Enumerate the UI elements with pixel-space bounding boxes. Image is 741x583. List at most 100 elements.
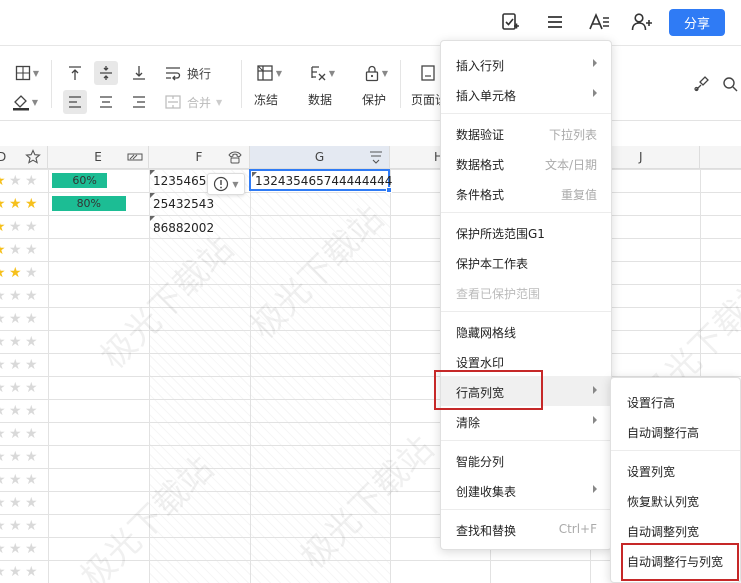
text-format-icon[interactable]: [587, 10, 611, 34]
star-empty-icon[interactable]: ★: [0, 542, 6, 556]
star-empty-icon[interactable]: ★: [0, 404, 6, 418]
align-left-button[interactable]: [63, 90, 87, 114]
star-empty-icon[interactable]: ★: [25, 174, 38, 188]
star-empty-icon[interactable]: ★: [25, 381, 38, 395]
menu-item[interactable]: 创建收集表: [441, 475, 611, 505]
menu-item[interactable]: 查找和替换 Ctrl+F: [441, 514, 611, 544]
star-empty-icon[interactable]: ★: [0, 496, 6, 510]
star-empty-icon[interactable]: ★: [25, 312, 38, 326]
star-empty-icon[interactable]: ★: [25, 266, 38, 280]
menu-item[interactable]: 保护本工作表: [441, 247, 611, 277]
cell-f2[interactable]: 1235465: [153, 174, 209, 188]
star-empty-icon[interactable]: ★: [0, 519, 6, 533]
column-header-k[interactable]: [700, 146, 741, 169]
star-empty-icon[interactable]: ★: [0, 312, 6, 326]
star-empty-icon[interactable]: ★: [0, 381, 6, 395]
menu-item[interactable]: 数据验证 下拉列表: [441, 118, 611, 148]
submenu-item[interactable]: 恢复默认列宽: [611, 485, 740, 515]
star-filled-icon[interactable]: ★: [9, 266, 22, 280]
star-filled-icon[interactable]: ★: [0, 174, 6, 188]
star-empty-icon[interactable]: ★: [25, 289, 38, 303]
star-empty-icon[interactable]: ★: [9, 358, 22, 372]
column-header-d[interactable]: D: [0, 146, 48, 169]
cell-f4[interactable]: 86882002: [153, 221, 214, 235]
star-empty-icon[interactable]: ★: [25, 404, 38, 418]
menu-lines-icon[interactable]: [543, 10, 567, 34]
star-empty-icon[interactable]: ★: [25, 358, 38, 372]
star-empty-icon[interactable]: ★: [9, 404, 22, 418]
column-header-e[interactable]: E: [48, 146, 149, 169]
align-right-button[interactable]: [127, 90, 151, 114]
star-filled-icon[interactable]: ★: [0, 243, 6, 257]
menu-item[interactable]: 智能分列: [441, 445, 611, 475]
star-empty-icon[interactable]: ★: [25, 243, 38, 257]
star-empty-icon[interactable]: ★: [25, 335, 38, 349]
submenu-item[interactable]: 设置列宽: [611, 455, 740, 485]
star-empty-icon[interactable]: ★: [0, 473, 6, 487]
fill-color-button[interactable]: ▼: [6, 91, 44, 113]
star-empty-icon[interactable]: ★: [9, 519, 22, 533]
merge-cells-button[interactable]: 合并 ▼: [164, 90, 232, 114]
column-header-f[interactable]: F: [149, 146, 250, 169]
star-filled-icon[interactable]: ★: [25, 197, 38, 211]
star-empty-icon[interactable]: ★: [25, 565, 38, 579]
search-button[interactable]: [722, 73, 741, 95]
menu-item[interactable]: 清除: [441, 406, 611, 436]
star-empty-icon[interactable]: ★: [9, 312, 22, 326]
star-empty-icon[interactable]: ★: [25, 542, 38, 556]
submenu-item[interactable]: 设置行高: [611, 386, 740, 416]
star-empty-icon[interactable]: ★: [9, 542, 22, 556]
star-empty-icon[interactable]: ★: [9, 427, 22, 441]
star-empty-icon[interactable]: ★: [9, 381, 22, 395]
star-empty-icon[interactable]: ★: [0, 358, 6, 372]
align-bottom-button[interactable]: [127, 61, 151, 85]
star-empty-icon[interactable]: ★: [9, 335, 22, 349]
progress-bar[interactable]: 60%: [52, 173, 126, 188]
star-empty-icon[interactable]: ★: [9, 243, 22, 257]
star-empty-icon[interactable]: ★: [9, 289, 22, 303]
menu-item[interactable]: 插入单元格: [441, 79, 611, 109]
progress-bar[interactable]: 80%: [52, 196, 126, 211]
star-filled-icon[interactable]: ★: [0, 266, 6, 280]
data-button[interactable]: ▼: [303, 61, 341, 85]
star-empty-icon[interactable]: ★: [25, 496, 38, 510]
cell-f3[interactable]: 25432543: [153, 197, 214, 211]
doc-check-icon[interactable]: [498, 10, 522, 34]
menu-item[interactable]: 插入行列: [441, 49, 611, 79]
wrap-text-button[interactable]: 换行: [164, 61, 224, 85]
page-setup-button[interactable]: [416, 61, 440, 85]
error-check-button[interactable]: ▼: [207, 173, 245, 195]
star-empty-icon[interactable]: ★: [9, 220, 22, 234]
align-middle-button[interactable]: [94, 61, 118, 85]
submenu-item[interactable]: 自动调整行高: [611, 416, 740, 446]
protect-button[interactable]: ▼: [357, 61, 395, 85]
star-empty-icon[interactable]: ★: [0, 427, 6, 441]
star-empty-icon[interactable]: ★: [0, 289, 6, 303]
format-painter-button[interactable]: [690, 73, 712, 95]
menu-item[interactable]: 隐藏网格线: [441, 316, 611, 346]
star-empty-icon[interactable]: ★: [0, 335, 6, 349]
star-empty-icon[interactable]: ★: [25, 450, 38, 464]
align-center-button[interactable]: [94, 90, 118, 114]
menu-item[interactable]: 条件格式 重复值: [441, 178, 611, 208]
menu-item[interactable]: 数据格式 文本/日期: [441, 148, 611, 178]
star-empty-icon[interactable]: ★: [25, 427, 38, 441]
star-empty-icon[interactable]: ★: [25, 519, 38, 533]
star-filled-icon[interactable]: ★: [9, 197, 22, 211]
column-header-g[interactable]: G: [250, 146, 390, 169]
star-empty-icon[interactable]: ★: [9, 450, 22, 464]
star-filled-icon[interactable]: ★: [0, 220, 6, 234]
add-user-icon[interactable]: [630, 10, 654, 34]
star-empty-icon[interactable]: ★: [0, 450, 6, 464]
star-empty-icon[interactable]: ★: [9, 473, 22, 487]
border-button[interactable]: ▼: [10, 62, 44, 84]
menu-item[interactable]: 保护所选范围G1: [441, 217, 611, 247]
star-filled-icon[interactable]: ★: [0, 197, 6, 211]
star-empty-icon[interactable]: ★: [9, 496, 22, 510]
star-empty-icon[interactable]: ★: [25, 473, 38, 487]
align-top-button[interactable]: [63, 61, 87, 85]
submenu-item[interactable]: 自动调整列宽: [611, 515, 740, 545]
star-empty-icon[interactable]: ★: [9, 565, 22, 579]
freeze-button[interactable]: ▼: [250, 61, 288, 85]
share-button[interactable]: 分享: [669, 9, 725, 36]
